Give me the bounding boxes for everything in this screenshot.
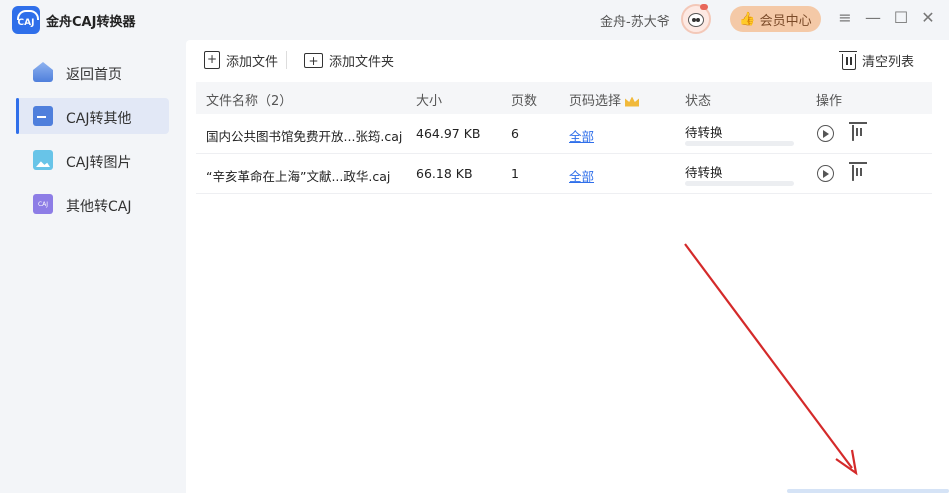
play-icon[interactable]: [817, 125, 834, 142]
add-folder-button[interactable]: + 添加文件夹: [304, 50, 394, 70]
file-size: 464.97 KB: [416, 126, 481, 141]
sidebar: 返回首页 CAJ转其他 CAJ转图片 CAJ 其他转CAJ: [0, 38, 180, 493]
crown-icon: [625, 96, 640, 107]
sidebar-item-label: 其他转CAJ: [66, 199, 132, 215]
trash-icon: [852, 165, 854, 181]
clear-list-button[interactable]: 清空列表: [839, 50, 915, 70]
progress-bar: [685, 181, 794, 186]
clear-list-label: 清空列表: [862, 54, 915, 70]
header-status: 状态: [685, 94, 712, 109]
sidebar-item-label: CAJ转图片: [66, 155, 132, 171]
header-size: 大小: [416, 94, 443, 109]
page-count: 1: [511, 166, 519, 181]
title-bar: CAJ 金舟CAJ转换器 金舟-苏大爷 👍 会员中心 ≡ — ☐ ✕: [0, 0, 949, 38]
table-row: 国内公共图书馆免费开放...张筠.caj 464.97 KB 6 全部 待转换: [196, 114, 932, 154]
toolbar: + 添加文件 + 添加文件夹 清空列表: [186, 40, 949, 80]
trash-icon: [839, 50, 857, 70]
app-title: 金舟CAJ转换器: [46, 15, 136, 30]
status-text: 待转换: [685, 125, 723, 140]
caj-icon: [33, 106, 53, 126]
minimize-icon[interactable]: —: [864, 8, 882, 28]
other-caj-icon: CAJ: [33, 194, 53, 214]
page-count: 6: [511, 126, 519, 141]
image-icon: [33, 150, 53, 170]
add-file-icon: +: [204, 51, 220, 69]
thumbs-up-icon: 👍: [739, 11, 756, 27]
file-name: 国内公共图书馆免费开放...张筠.caj: [206, 129, 403, 144]
sidebar-item-home[interactable]: 返回首页: [16, 54, 169, 90]
menu-icon[interactable]: ≡: [836, 8, 854, 28]
sidebar-item-label: CAJ转其他: [66, 111, 132, 127]
vip-center-button[interactable]: 👍 会员中心: [730, 6, 821, 32]
play-icon[interactable]: [817, 165, 834, 182]
avatar[interactable]: [681, 4, 711, 34]
table-header: 文件名称（2） 大小 页数 页码选择 状态 操作: [196, 82, 932, 114]
sidebar-item-caj-to-image[interactable]: CAJ转图片: [16, 142, 169, 178]
header-page-select: 页码选择: [569, 90, 640, 109]
header-actions: 操作: [816, 94, 843, 109]
sidebar-item-label: 返回首页: [66, 67, 122, 83]
main-panel: + 添加文件 + 添加文件夹 清空列表 文件名称（2） 大小 页数 页码选择 状…: [186, 40, 949, 493]
file-table: 文件名称（2） 大小 页数 页码选择 状态 操作 国内公共图书馆免费开放...张…: [196, 82, 932, 194]
status-text: 待转换: [685, 165, 723, 180]
delete-row-button[interactable]: [852, 165, 854, 181]
progress-bar: [685, 141, 794, 146]
add-file-label: 添加文件: [226, 54, 279, 70]
page-select-link[interactable]: 全部: [569, 166, 594, 185]
vip-center-label: 会员中心: [759, 13, 812, 29]
toolbar-divider: [286, 51, 287, 69]
page-select-link[interactable]: 全部: [569, 126, 594, 145]
maximize-icon[interactable]: ☐: [892, 8, 910, 28]
avatar-face: [688, 13, 704, 27]
avatar-bow: [700, 4, 708, 10]
table-row: “辛亥革命在上海”文献...政华.caj 66.18 KB 1 全部 待转换: [196, 154, 932, 194]
sidebar-item-caj-to-other[interactable]: CAJ转其他: [16, 98, 169, 134]
file-name: “辛亥革命在上海”文献...政华.caj: [206, 169, 391, 184]
file-size: 66.18 KB: [416, 166, 473, 181]
delete-row-button[interactable]: [852, 125, 854, 141]
header-name: 文件名称（2）: [206, 94, 293, 109]
add-folder-icon: +: [304, 52, 323, 68]
home-icon: [33, 62, 53, 82]
sidebar-item-other-to-caj[interactable]: CAJ 其他转CAJ: [16, 186, 169, 222]
trash-icon: [852, 125, 854, 141]
app-logo: CAJ: [12, 6, 40, 34]
header-pages: 页数: [511, 94, 538, 109]
add-file-button[interactable]: + 添加文件: [204, 50, 278, 70]
close-icon[interactable]: ✕: [919, 8, 937, 28]
username[interactable]: 金舟-苏大爷: [600, 11, 670, 30]
bottom-button-edge[interactable]: [787, 489, 949, 493]
add-folder-label: 添加文件夹: [329, 54, 395, 70]
